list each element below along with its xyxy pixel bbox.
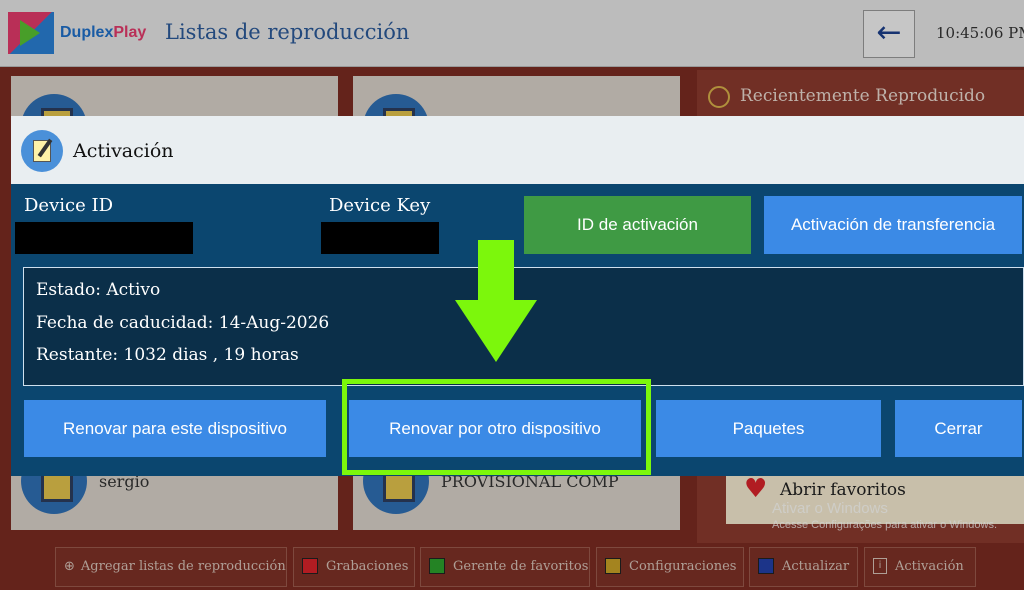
expiry-text: Fecha de caducidad: 14-Aug-2026 — [36, 313, 330, 333]
activation-id-button[interactable]: ID de activación — [524, 196, 751, 254]
edit-note-icon — [21, 130, 63, 172]
packages-button[interactable]: Paquetes — [656, 400, 881, 457]
close-button[interactable]: Cerrar — [895, 400, 1022, 457]
status-text: Estado: Activo — [36, 280, 161, 300]
remaining-text: Restante: 1032 dias , 19 horas — [36, 345, 299, 365]
renew-this-device-button[interactable]: Renovar para este dispositivo — [24, 400, 326, 457]
annotation-arrow-icon — [478, 240, 514, 302]
device-key-label: Device Key — [329, 195, 431, 216]
device-id-value-redacted — [15, 222, 193, 254]
transfer-activation-button[interactable]: Activación de transferencia — [764, 196, 1022, 254]
dialog-header: Activación — [11, 116, 1024, 184]
device-key-value-redacted — [321, 222, 439, 254]
dialog-title: Activación — [73, 140, 174, 162]
annotation-arrowhead — [455, 300, 537, 362]
annotation-highlight-box — [342, 379, 651, 475]
device-id-label: Device ID — [24, 195, 114, 216]
